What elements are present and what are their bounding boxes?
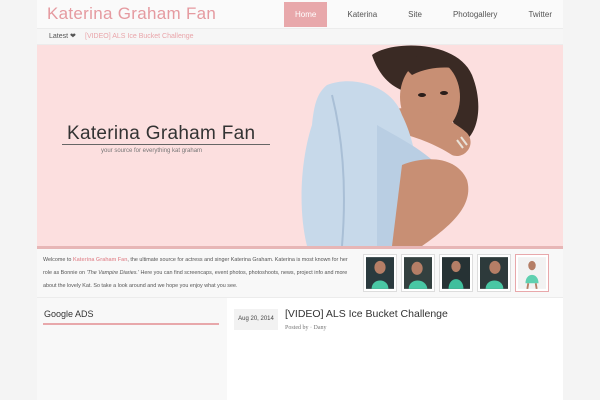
banner-photo [301,45,479,246]
header-banner: Katerina Graham Fan your source for ever… [37,45,563,246]
main-content: Aug 20, 2014 [VIDEO] ALS Ice Bucket Chal… [232,298,563,400]
nav-item-home[interactable]: Home [284,2,328,27]
welcome-section: Welcome to Katerina Graham Fan, the ulti… [37,249,563,298]
gallery-thumbnail[interactable] [401,254,435,292]
nav-item-twitter[interactable]: Twitter [517,2,563,27]
gallery-thumbnail[interactable] [477,254,511,292]
post-meta: Posted by · Dany [285,325,327,331]
thumbnail-image [404,257,432,289]
gallery-thumbnail[interactable] [515,254,549,292]
gallery-thumbnail[interactable] [363,254,397,292]
ticker-label: Latest ❤ [49,33,76,40]
nav-item-photogallery[interactable]: Photogallery [442,2,508,27]
thumbnail-image [442,257,470,289]
gallery-thumbnails [363,254,553,292]
main-nav: Home Katerina Site Photogallery Twitter [275,0,563,29]
ticker-link[interactable]: [VIDEO] ALS Ice Bucket Challenge [85,29,194,45]
post-title[interactable]: [VIDEO] ALS Ice Bucket Challenge [285,308,448,320]
sidebar: Google ADS [37,298,227,400]
thumbnail-image [480,257,508,289]
widget-title: Google ADS [44,309,94,319]
gallery-thumbnail[interactable] [439,254,473,292]
nav-item-site[interactable]: Site [397,2,433,27]
latest-ticker: Latest ❤ [VIDEO] ALS Ice Bucket Challeng… [37,29,563,45]
welcome-show: 'The Vampire Diaries.' [86,270,139,276]
welcome-intro: Welcome to [43,257,73,263]
nav-item-katerina[interactable]: Katerina [336,2,388,27]
post-date-badge: Aug 20, 2014 [234,309,278,330]
banner-subtitle: your source for everything kat graham [101,148,203,154]
widget-title-underline [43,323,219,325]
site-title[interactable]: Katerina Graham Fan [47,4,216,24]
thumbnail-image [366,257,394,289]
page: Katerina Graham Fan Home Katerina Site P… [37,0,563,400]
banner-title: Katerina Graham Fan [67,123,256,144]
banner-divider [62,144,270,145]
site-header: Katerina Graham Fan Home Katerina Site P… [37,0,563,29]
welcome-site-link[interactable]: Katerina Graham Fan [73,257,128,263]
thumbnail-image [518,257,546,290]
welcome-text: Welcome to Katerina Graham Fan, the ulti… [43,254,355,293]
